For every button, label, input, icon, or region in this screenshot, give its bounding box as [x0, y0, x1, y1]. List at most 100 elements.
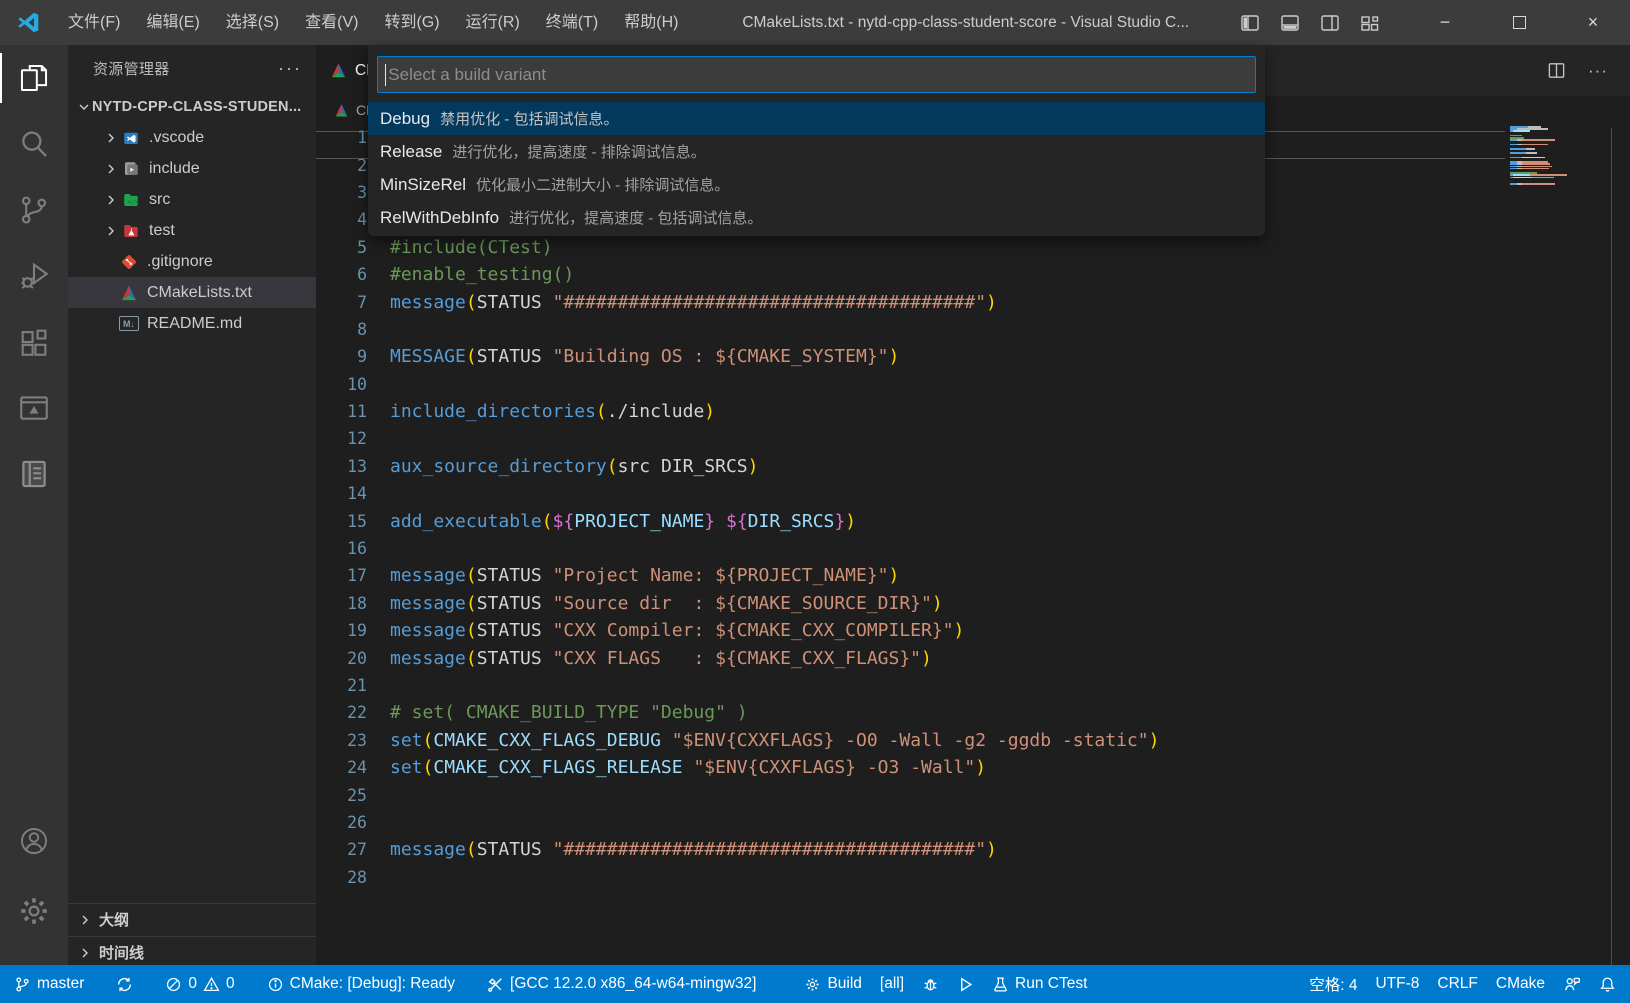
git-branch-status[interactable]: master: [0, 965, 93, 1003]
code-line-5[interactable]: 5#include(CTest): [316, 234, 1505, 261]
quickpick-list: Debug 禁用优化 - 包括调试信息。 Release 进行优化，提高速度 -…: [368, 102, 1265, 236]
activity-cmake[interactable]: [0, 375, 68, 441]
code-line-24[interactable]: 24set(CMAKE_CXX_FLAGS_RELEASE "$ENV{CXXF…: [316, 754, 1505, 781]
cmake-launch-button[interactable]: [948, 965, 983, 1003]
toggle-secondary-sidebar-icon[interactable]: [1320, 13, 1340, 33]
split-editor-icon[interactable]: [1547, 61, 1566, 80]
vertical-scrollbar[interactable]: [1611, 128, 1629, 965]
eol-status[interactable]: CRLF: [1428, 965, 1486, 1003]
menu-item-0[interactable]: 文件(F): [55, 0, 133, 45]
code-line-7[interactable]: 7message(STATUS "#######################…: [316, 288, 1505, 315]
menu-item-3[interactable]: 查看(V): [292, 0, 371, 45]
activity-settings[interactable]: [0, 878, 68, 944]
code-line-16[interactable]: 16: [316, 535, 1505, 562]
code-line-25[interactable]: 25: [316, 781, 1505, 808]
gear-icon: [17, 894, 51, 928]
tree-root-folder[interactable]: NYTD-CPP-CLASS-STUDEN...: [68, 91, 316, 122]
quickpick-item-relwithdebinfo[interactable]: RelWithDebInfo 进行优化，提高速度 - 包括调试信息。: [368, 201, 1265, 234]
code-line-18[interactable]: 18message(STATUS "Source dir : ${CMAKE_S…: [316, 590, 1505, 617]
bug-icon: [922, 976, 939, 993]
cmake-kit-status[interactable]: [GCC 12.2.0 x86_64-w64-mingw32]: [478, 965, 765, 1003]
cmake-debug-button[interactable]: [913, 965, 948, 1003]
quickpick-input[interactable]: Select a build variant: [377, 56, 1256, 93]
activity-run-debug[interactable]: [0, 243, 68, 309]
line-number: 5: [316, 238, 390, 257]
chevron-right-icon: [103, 130, 119, 146]
line-number: 7: [316, 293, 390, 312]
code-line-15[interactable]: 15add_executable(${PROJECT_NAME} ${DIR_S…: [316, 507, 1505, 534]
indentation-status[interactable]: 空格: 4: [1300, 965, 1366, 1003]
encoding-status[interactable]: UTF-8: [1366, 965, 1428, 1003]
code-line-23[interactable]: 23set(CMAKE_CXX_FLAGS_DEBUG "$ENV{CXXFLA…: [316, 727, 1505, 754]
activity-extensions[interactable]: [0, 309, 68, 375]
toggle-panel-icon[interactable]: [1280, 13, 1300, 33]
cmake-status[interactable]: CMake: [Debug]: Ready: [258, 965, 464, 1003]
close-button[interactable]: ×: [1556, 0, 1630, 45]
sidebar-more-actions[interactable]: ···: [278, 58, 302, 79]
tree-item-test[interactable]: test: [68, 215, 316, 246]
activity-explorer[interactable]: [0, 45, 68, 111]
code-line-17[interactable]: 17message(STATUS "Project Name: ${PROJEC…: [316, 562, 1505, 589]
timeline-section[interactable]: 时间线: [68, 936, 316, 968]
cmake-file-icon: [330, 62, 347, 79]
code-line-20[interactable]: 20message(STATUS "CXX FLAGS : ${CMAKE_CX…: [316, 644, 1505, 671]
code-line-12[interactable]: 12: [316, 425, 1505, 452]
code-line-14[interactable]: 14: [316, 480, 1505, 507]
extensions-icon: [17, 325, 51, 359]
activity-outline-book[interactable]: [0, 441, 68, 507]
quickpick-item-debug[interactable]: Debug 禁用优化 - 包括调试信息。: [368, 102, 1265, 135]
menu-item-4[interactable]: 转到(G): [371, 0, 452, 45]
menu-item-1[interactable]: 编辑(E): [133, 0, 212, 45]
feedback-button[interactable]: [1554, 965, 1590, 1003]
search-icon: [17, 127, 51, 161]
code-line-6[interactable]: 6#enable_testing(): [316, 261, 1505, 288]
quickpick-item-minsizerel[interactable]: MinSizeRel 优化最小二进制大小 - 排除调试信息。: [368, 168, 1265, 201]
code-line-11[interactable]: 11include_directories(./include): [316, 398, 1505, 425]
toggle-sidebar-icon[interactable]: [1240, 13, 1260, 33]
menu-item-5[interactable]: 运行(R): [453, 0, 533, 45]
sync-status[interactable]: [107, 965, 142, 1003]
activity-account[interactable]: [0, 808, 68, 874]
activity-search[interactable]: [0, 111, 68, 177]
problems-status[interactable]: 0 0: [156, 965, 243, 1003]
code-line-9[interactable]: 9MESSAGE(STATUS "Building OS : ${CMAKE_S…: [316, 343, 1505, 370]
error-icon: [165, 976, 182, 993]
tree-item-gitignore[interactable]: .gitignore: [68, 246, 316, 277]
quickpick-item-release[interactable]: Release 进行优化，提高速度 - 排除调试信息。: [368, 135, 1265, 168]
tree-item-cmakelists[interactable]: CMakeLists.txt: [68, 277, 316, 308]
menu-item-6[interactable]: 终端(T): [533, 0, 611, 45]
code-line-28[interactable]: 28: [316, 864, 1505, 891]
minimize-button[interactable]: −: [1408, 0, 1482, 45]
menu-item-7[interactable]: 帮助(H): [611, 0, 691, 45]
code-line-19[interactable]: 19message(STATUS "CXX Compiler: ${CMAKE_…: [316, 617, 1505, 644]
tree-item-include[interactable]: include: [68, 153, 316, 184]
code-line-8[interactable]: 8: [316, 316, 1505, 343]
cmake-target-button[interactable]: [all]: [871, 965, 913, 1003]
tree-item-vscode[interactable]: .vscode: [68, 122, 316, 153]
code-line-27[interactable]: 27message(STATUS "######################…: [316, 836, 1505, 863]
notifications-bell[interactable]: [1590, 965, 1630, 1003]
cmake-file-icon: [334, 103, 349, 118]
code-line-13[interactable]: 13aux_source_directory(src DIR_SRCS): [316, 453, 1505, 480]
run-ctest-button[interactable]: Run CTest: [983, 965, 1096, 1003]
chevron-right-icon: [77, 912, 93, 928]
code-line-21[interactable]: 21: [316, 672, 1505, 699]
code-line-26[interactable]: 26: [316, 809, 1505, 836]
tree-item-src[interactable]: </> src: [68, 184, 316, 215]
code-editor[interactable]: 12345#include(CTest)6#enable_testing()7m…: [316, 124, 1505, 965]
editor-more-actions[interactable]: ···: [1588, 61, 1608, 81]
code-line-22[interactable]: 22# set( CMAKE_BUILD_TYPE "Debug" ): [316, 699, 1505, 726]
activity-source-control[interactable]: [0, 177, 68, 243]
cmake-build-button[interactable]: Build: [795, 965, 870, 1003]
maximize-button[interactable]: [1482, 0, 1556, 45]
customize-layout-icon[interactable]: [1360, 13, 1380, 33]
minimap[interactable]: [1508, 126, 1610, 965]
menu-item-2[interactable]: 选择(S): [213, 0, 292, 45]
line-number: 8: [316, 320, 390, 339]
outline-section[interactable]: 大纲: [68, 903, 316, 935]
tree-item-readme[interactable]: M↓ README.md: [68, 308, 316, 339]
line-number: 25: [316, 786, 390, 805]
code-line-10[interactable]: 10: [316, 371, 1505, 398]
language-mode-status[interactable]: CMake: [1487, 965, 1554, 1003]
line-number: 20: [316, 649, 390, 668]
